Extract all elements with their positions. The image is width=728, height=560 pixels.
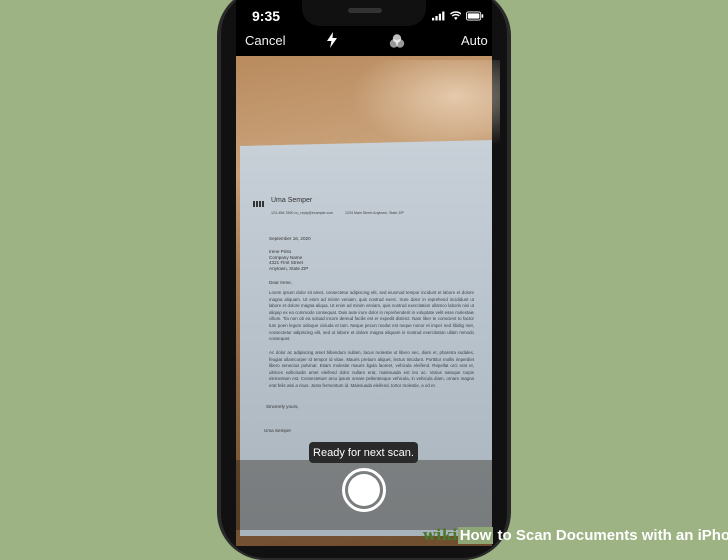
status-time: 9:35 <box>252 8 281 24</box>
letter-date: September 16, 2020 <box>269 236 311 241</box>
sender-name: Uma Semper <box>271 197 313 204</box>
letter-paragraph-1: Lorem ipsum dolor sit amet, consectetur … <box>269 290 474 342</box>
flash-icon[interactable] <box>326 32 338 48</box>
wifi-icon <box>449 11 462 21</box>
watermark-how: How <box>457 527 494 544</box>
sender-contact: 123-456-7890 no_reply@example.com <box>271 211 334 215</box>
letterhead-logo-icon <box>253 201 265 207</box>
watermark-title: to Scan Documents with an iPhone <box>493 527 728 544</box>
battery-icon <box>466 11 484 21</box>
shutter-button-inner[interactable] <box>348 474 380 506</box>
status-icons <box>432 9 484 23</box>
phone-notch <box>302 0 426 26</box>
watermark-wiki: wiki <box>423 526 458 544</box>
speaker-grille <box>348 8 382 13</box>
recipient-address: Irene Pinto Company Name 4321 First Stre… <box>269 249 309 271</box>
wikihow-watermark: wiki How to Scan Documents with an iPhone <box>423 526 728 544</box>
light-reflection <box>350 60 500 150</box>
capture-mode-auto-button[interactable]: Auto <box>461 33 488 48</box>
filters-icon[interactable] <box>389 34 405 48</box>
signature-name: Uma Semper <box>264 428 292 433</box>
sender-address: 1234 Main Street Anytown, State ZIP <box>345 211 404 215</box>
letter-paragraph-2: Ac dolor ac adipiscing amet bibendum nul… <box>269 350 474 388</box>
ready-toast: Ready for next scan. <box>309 442 418 463</box>
letter-closing: Sincerely yours, <box>266 404 299 409</box>
letter-greeting: Dear Irene, <box>269 280 292 285</box>
signal-icon <box>432 11 445 21</box>
cancel-button[interactable]: Cancel <box>245 33 285 48</box>
